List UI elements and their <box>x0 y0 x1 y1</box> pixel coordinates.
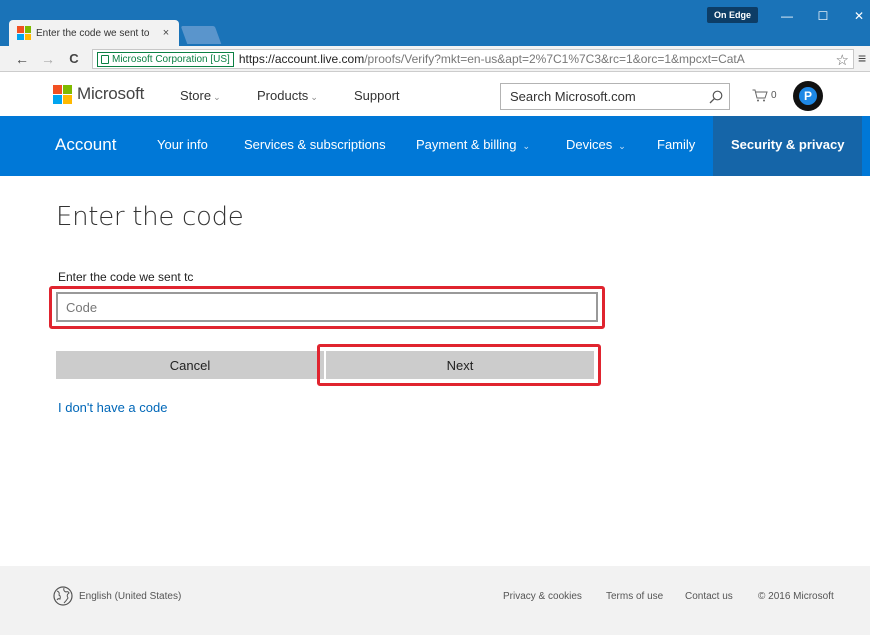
site-search <box>500 83 730 110</box>
window-minimize-button[interactable]: — <box>772 6 802 26</box>
tab-security-privacy[interactable]: Security & privacy <box>713 116 863 176</box>
copyright-text: © 2016 Microsoft <box>758 591 834 602</box>
browser-menu-icon[interactable]: ≡ <box>858 50 866 66</box>
brand-name: Microsoft <box>77 84 145 103</box>
locale-label: English (United States) <box>79 590 182 602</box>
nav-support-label: Support <box>354 88 400 103</box>
nav-store[interactable]: Store ⌄ <box>180 88 221 103</box>
locale-selector[interactable]: English (United States) <box>53 586 181 606</box>
url-path: /proofs/Verify?mkt=en-us&apt=2%7C1%7C3&r… <box>364 52 745 66</box>
microsoft-logo-icon <box>53 84 72 104</box>
page-title: Enter the code <box>56 202 244 232</box>
forward-arrow-icon[interactable]: → <box>38 51 58 67</box>
nav-support[interactable]: Support <box>354 88 400 103</box>
tab-your-info-label: Your info <box>157 137 208 152</box>
tab-payment-billing[interactable]: Payment & billing ⌄ <box>416 116 530 176</box>
search-input[interactable] <box>510 89 703 104</box>
no-code-link[interactable]: I don't have a code <box>58 400 167 415</box>
code-field-label: Enter the code we sent tc <box>58 270 194 284</box>
cart-icon <box>752 89 768 102</box>
chevron-down-icon: ⌄ <box>213 92 221 102</box>
nav-products-label: Products <box>257 88 309 103</box>
tab-title: Enter the code we sent to <box>36 27 150 39</box>
code-input[interactable] <box>56 292 598 322</box>
avatar[interactable]: P <box>793 81 823 111</box>
tab-services-subscriptions[interactable]: Services & subscriptions <box>244 116 386 176</box>
chevron-down-icon: ⌄ <box>310 92 318 102</box>
reload-icon[interactable]: C <box>64 51 84 66</box>
window-close-button[interactable]: ✕ <box>844 6 870 26</box>
account-home-link[interactable]: Account <box>55 116 116 176</box>
lock-icon <box>101 54 109 64</box>
cart-button[interactable]: 0 <box>752 89 777 102</box>
tab-security-label: Security & privacy <box>731 137 845 152</box>
tab-your-info[interactable]: Your info <box>157 116 208 176</box>
avatar-letter: P <box>799 87 817 105</box>
window-maximize-button[interactable]: ☐ <box>808 6 838 26</box>
new-tab-button[interactable] <box>180 26 222 44</box>
site-header: Microsoft Store⌄ Products⌄ Support 0 P <box>0 73 870 116</box>
browser-toolbar: ← → C Microsoft Corporation [US] https:/… <box>0 46 870 72</box>
footer-link-contact[interactable]: Contact us <box>685 591 733 602</box>
tab-close-icon[interactable]: × <box>159 27 173 39</box>
globe-icon <box>53 586 73 606</box>
nav-store-label: Store <box>180 88 212 103</box>
ev-organization-label: Microsoft Corporation [US] <box>112 53 230 65</box>
chevron-down-icon: ⌄ <box>618 141 626 151</box>
tab-devices-label: Devices <box>566 137 613 152</box>
microsoft-favicon-icon <box>17 26 31 40</box>
chevron-down-icon: ⌄ <box>522 141 530 151</box>
browser-profile-badge[interactable]: On Edge <box>707 7 759 23</box>
next-button[interactable]: Next <box>326 351 594 379</box>
bookmark-star-icon[interactable]: ☆ <box>832 51 849 68</box>
tab-devices[interactable]: Devices ⌄ <box>566 116 626 176</box>
tab-payment-label: Payment & billing <box>416 137 517 152</box>
tab-services-label: Services & subscriptions <box>244 137 386 152</box>
footer-link-terms[interactable]: Terms of use <box>606 591 663 602</box>
browser-tab-active[interactable]: Enter the code we sent to × <box>9 20 179 46</box>
address-bar[interactable]: Microsoft Corporation [US] https://accou… <box>92 49 854 69</box>
ev-certificate-badge[interactable]: Microsoft Corporation [US] <box>97 51 234 67</box>
cart-count: 0 <box>771 90 777 101</box>
search-icon[interactable] <box>703 84 729 109</box>
tab-family[interactable]: Family <box>657 116 695 176</box>
site-footer: English (United States) Privacy & cookie… <box>0 566 870 635</box>
microsoft-logo[interactable]: Microsoft <box>53 84 144 104</box>
url-host: https://account.live.com <box>238 52 365 66</box>
cancel-button[interactable]: Cancel <box>56 351 324 379</box>
back-arrow-icon[interactable]: ← <box>12 51 32 67</box>
tab-family-label: Family <box>657 137 696 152</box>
nav-products[interactable]: Products ⌄ <box>257 88 318 103</box>
account-nav-bar: Account Your info Services & subscriptio… <box>0 116 870 176</box>
footer-link-privacy[interactable]: Privacy & cookies <box>503 591 582 602</box>
browser-titlebar: Enter the code we sent to × On Edge — ☐ … <box>0 0 870 46</box>
